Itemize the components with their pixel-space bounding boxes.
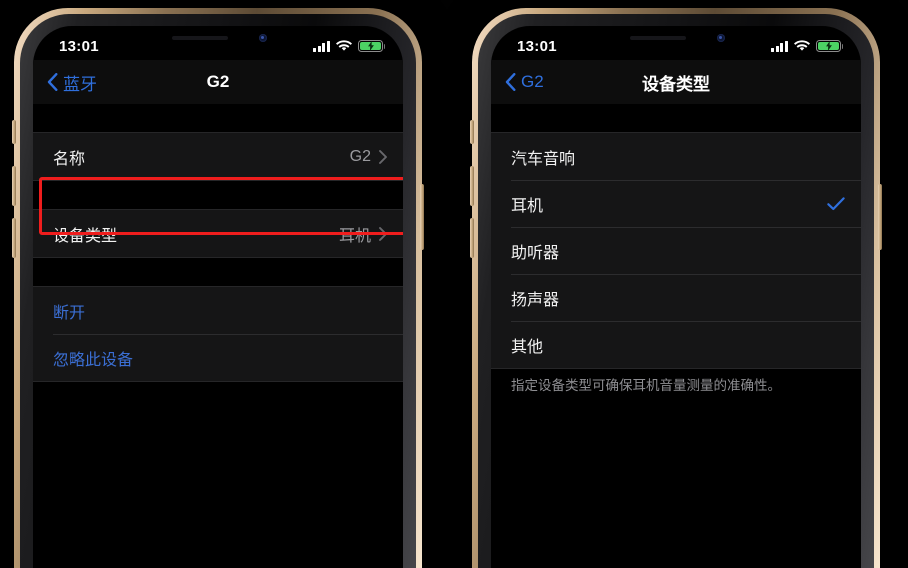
phone-bezel-right: 13:01 G2 设备类型 汽车音响 耳机 助听器 扬声器 其他 指定设备类型可… [478, 14, 874, 568]
phone-device-right: 13:01 G2 设备类型 汽车音响 耳机 助听器 扬声器 其他 指定设备类型可… [470, 8, 882, 568]
volume-down-button-left[interactable] [12, 218, 16, 258]
checkmark-icon [827, 196, 845, 210]
power-button-left[interactable] [420, 184, 424, 250]
row-value: 耳机 [338, 227, 371, 245]
notch-right [588, 26, 764, 51]
front-camera-icon [259, 34, 267, 42]
nav-bar-right: G2 设备类型 [491, 60, 861, 104]
chevron-right-icon [379, 226, 387, 241]
device-type-footnote: 指定设备类型可确保耳机音量测量的准确性。 [511, 378, 781, 393]
volume-up-button-right[interactable] [470, 166, 474, 206]
status-time: 13:01 [59, 37, 99, 55]
row-label: 忽略此设备 [53, 351, 134, 369]
settings-content-right: 汽车音响 耳机 助听器 扬声器 其他 指定设备类型可确保耳机音量测量的准确性。 [491, 104, 861, 568]
row-label: 其他 [511, 338, 544, 356]
row-label: 扬声器 [511, 291, 560, 309]
phone-screen-right: 13:01 G2 设备类型 汽车音响 耳机 助听器 扬声器 其他 指定设备类型可… [491, 26, 861, 568]
power-button-right[interactable] [878, 184, 882, 250]
option-speaker[interactable]: 扬声器 [491, 274, 861, 321]
mute-switch-left-phone[interactable] [12, 120, 16, 144]
signal-bars-icon [771, 40, 788, 52]
earpiece-speaker-icon [630, 36, 686, 40]
nav-bar-left: 蓝牙 G2 [33, 60, 403, 104]
page-title-right: 设备类型 [642, 74, 710, 94]
row-label: 名称 [53, 150, 86, 168]
row-forget-device[interactable]: 忽略此设备 [33, 334, 403, 381]
signal-bars-icon [313, 40, 330, 52]
row-label: 汽车音响 [511, 150, 576, 168]
option-headphones[interactable]: 耳机 [491, 180, 861, 227]
status-time: 13:01 [517, 37, 557, 55]
volume-up-button-left[interactable] [12, 166, 16, 206]
device-type-options-group: 汽车音响 耳机 助听器 扬声器 其他 [491, 132, 861, 369]
option-other[interactable]: 其他 [491, 321, 861, 368]
chevron-right-icon [379, 149, 387, 164]
phone-device-left: 13:01 蓝牙 G2 名称 G2 设备类型 耳机 断开 忽略此设备 [12, 8, 424, 568]
earpiece-speaker-icon [172, 36, 228, 40]
settings-group-actions: 断开 忽略此设备 [33, 286, 403, 382]
mute-switch-right-phone[interactable] [470, 120, 474, 144]
battery-charging-icon [358, 39, 386, 53]
row-device-name[interactable]: 名称 G2 [33, 133, 403, 180]
page-title-left: G2 [206, 72, 230, 91]
phone-screen-left: 13:01 蓝牙 G2 名称 G2 设备类型 耳机 断开 忽略此设备 [33, 26, 403, 568]
battery-charging-icon [816, 39, 844, 53]
settings-content-left: 名称 G2 设备类型 耳机 断开 忽略此设备 [33, 104, 403, 568]
settings-group-device-type: 设备类型 耳机 [33, 209, 403, 258]
status-indicators [313, 39, 386, 53]
phone-bezel-left: 13:01 蓝牙 G2 名称 G2 设备类型 耳机 断开 忽略此设备 [20, 14, 416, 568]
volume-down-button-right[interactable] [470, 218, 474, 258]
option-car-stereo[interactable]: 汽车音响 [491, 133, 861, 180]
row-value: G2 [349, 147, 371, 165]
row-label: 耳机 [511, 197, 544, 215]
screenshot-stage: 13:01 蓝牙 G2 名称 G2 设备类型 耳机 断开 忽略此设备 13:01… [0, 0, 908, 568]
row-label: 设备类型 [53, 227, 118, 245]
row-label: 助听器 [511, 244, 560, 262]
notch-left [130, 26, 306, 51]
wifi-icon [794, 40, 810, 52]
status-indicators [771, 39, 844, 53]
settings-group-name: 名称 G2 [33, 132, 403, 181]
row-device-type[interactable]: 设备类型 耳机 [33, 210, 403, 257]
option-hearing-aid[interactable]: 助听器 [491, 227, 861, 274]
wifi-icon [336, 40, 352, 52]
front-camera-icon [717, 34, 725, 42]
row-disconnect[interactable]: 断开 [33, 287, 403, 334]
row-label: 断开 [53, 304, 86, 322]
